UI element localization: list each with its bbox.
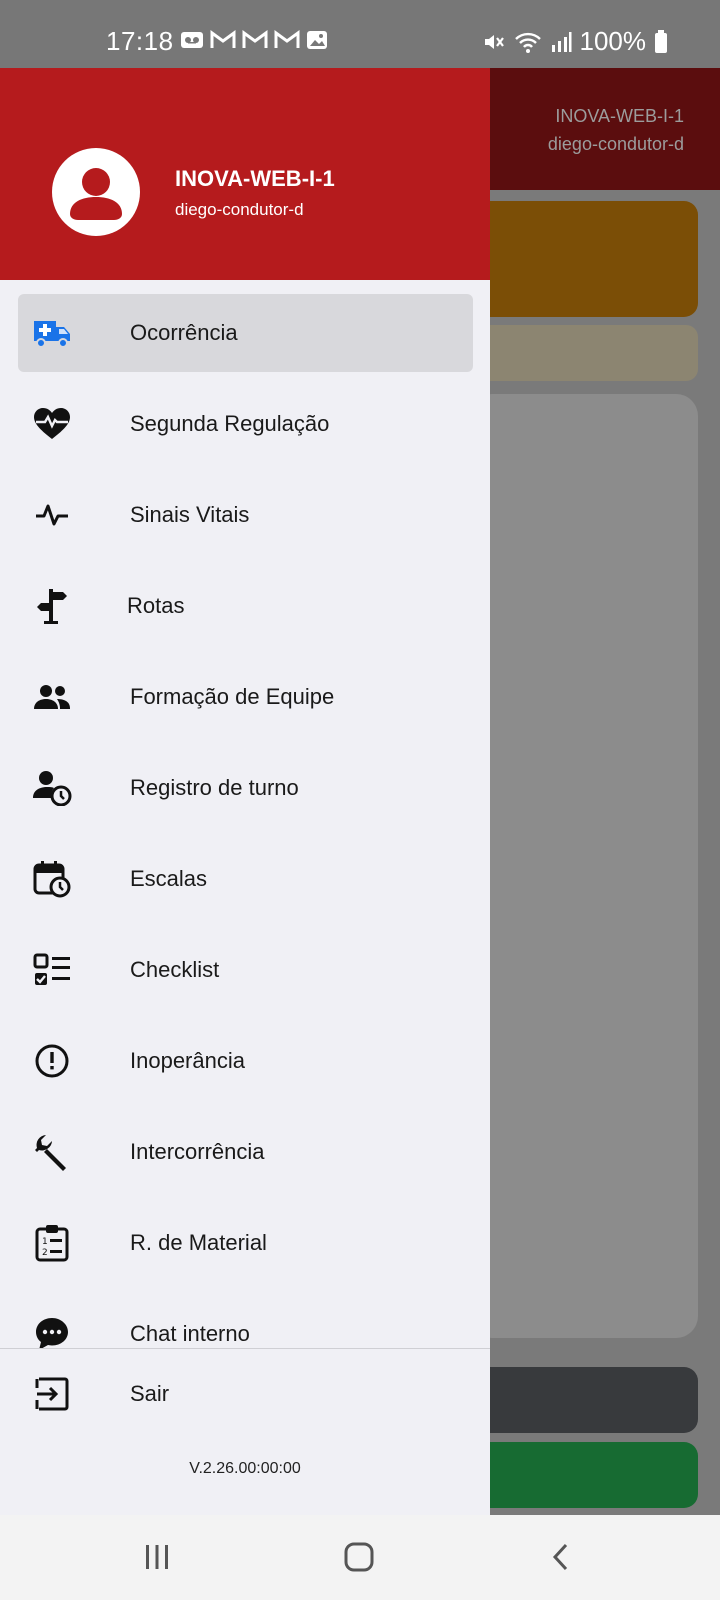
wrench-icon [32,1132,72,1172]
version-label: V.2.26.00:00:00 [189,1460,301,1477]
home-button[interactable] [329,1535,389,1579]
logout-label: Sair [130,1381,170,1406]
person-icon [70,168,122,220]
bg-orange-card [470,201,698,317]
menu-item-intercorrencia[interactable]: Intercorrência [18,1113,473,1191]
menu-item-registro-de-turno[interactable]: Registro de turno [18,749,473,827]
menu-label: Rotas [127,593,185,618]
menu-item-chat-interno[interactable]: Chat interno [18,1295,473,1348]
bg-header-title: INOVA-WEB-I-1 [555,106,684,126]
gmail-icon [274,30,300,48]
drawer-subtitle: diego-condutor-d [175,200,304,219]
pulse-icon [32,495,72,535]
menu-label: Chat interno [130,1321,250,1346]
drawer-divider [0,1348,490,1349]
avatar [52,148,140,236]
logout-button[interactable]: Sair [18,1358,473,1430]
svg-text:1: 1 [42,1237,48,1247]
image-icon [307,31,327,49]
wifi-icon [514,32,541,53]
home-icon [344,1542,374,1572]
calendar-clock-icon [32,859,72,899]
menu-label: Segunda Regulação [130,411,330,436]
drawer-header: INOVA-WEB-I-1 diego-condutor-d [0,68,490,280]
menu-label: Sinais Vitais [130,502,250,527]
voicemail-icon [181,32,203,48]
back-button[interactable] [531,1535,591,1579]
menu-label: Registro de turno [130,775,299,800]
signpost-icon [32,586,72,626]
signal-icon [551,31,571,52]
gmail-icon [242,30,268,48]
menu-label: Formação de Equipe [130,684,335,709]
gmail-icon [210,30,236,48]
heart-pulse-icon [32,404,72,444]
chat-icon [32,1314,72,1348]
menu-label: Intercorrência [130,1139,265,1164]
menu-item-r-de-material[interactable]: 12 R. de Material [18,1204,473,1282]
system-navigation-bar [0,1515,720,1600]
back-icon [552,1543,568,1571]
status-right: 100% [482,26,669,57]
menu-label: Checklist [130,957,220,982]
menu-item-sinais-vitais[interactable]: Sinais Vitais [18,476,473,554]
menu-item-ocorrencia[interactable]: Ocorrência [18,294,473,372]
menu-label: R. de Material [130,1230,267,1255]
bg-tan-card [470,325,698,381]
menu-item-segunda-regulacao[interactable]: Segunda Regulação [18,385,473,463]
person-clock-icon [32,768,72,808]
drawer-title: INOVA-WEB-I-1 [175,166,335,191]
drawer-menu: Ocorrência Segunda Regulação Sinais Vita… [0,294,490,1348]
menu-label: Ocorrência [130,320,238,345]
battery-icon [655,29,667,53]
checklist-icon [32,950,72,990]
clipboard-list-icon: 12 [32,1223,72,1263]
battery-percent: 100% [579,26,647,56]
logout-icon [32,1374,72,1414]
navigation-drawer: INOVA-WEB-I-1 diego-condutor-d Ocorrênci… [0,68,490,1515]
recent-apps-icon [146,1545,168,1569]
mute-icon [484,34,504,49]
bg-content-card [470,394,698,1338]
notification-icons [180,30,328,50]
bg-dark-button [470,1367,698,1433]
svg-text:2: 2 [42,1248,48,1258]
menu-item-formacao-de-equipe[interactable]: Formação de Equipe [18,658,473,736]
menu-item-checklist[interactable]: Checklist [18,931,473,1009]
menu-item-rotas[interactable]: Rotas [18,567,473,645]
people-icon [32,677,72,717]
ambulance-icon [32,313,72,353]
menu-item-inoperancia[interactable]: Inoperância [18,1022,473,1100]
alert-circle-icon [32,1041,72,1081]
menu-label: Inoperância [130,1048,245,1073]
recent-apps-button[interactable] [127,1535,187,1579]
status-time: 17:18 [106,26,174,56]
status-bar: 17:18 100% [0,0,720,68]
menu-label: Escalas [130,866,208,891]
menu-item-escalas[interactable]: Escalas [18,840,473,918]
bg-header-subtitle: diego-condutor-d [547,134,684,154]
bg-green-button [470,1442,698,1508]
